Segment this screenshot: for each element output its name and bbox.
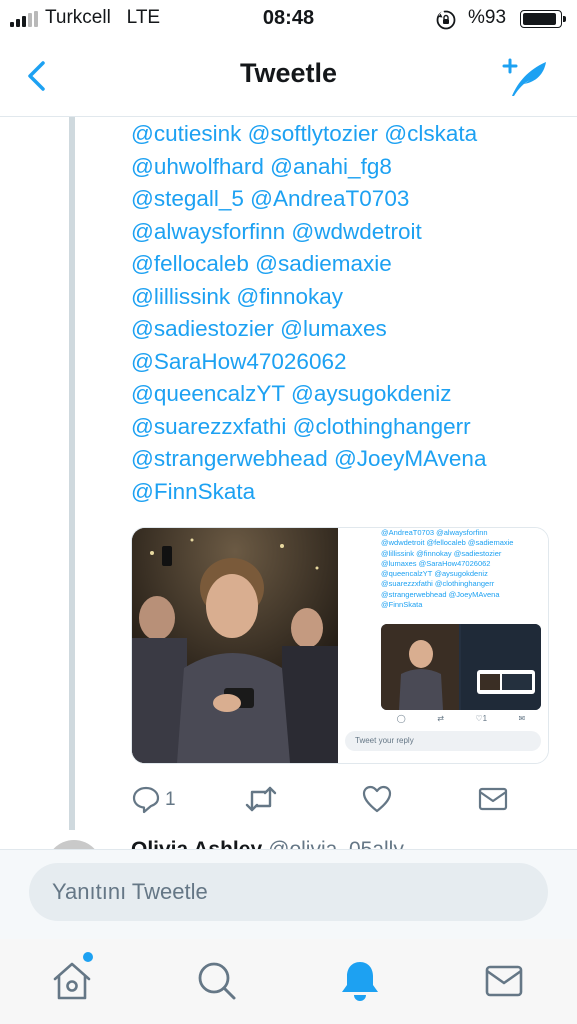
new-content-dot [83, 952, 93, 962]
mention-line[interactable]: @SaraHow47026062 [131, 346, 571, 379]
mention-line[interactable]: @queencalzYT @aysugokdeniz [131, 378, 571, 411]
preview-reply-field: Tweet your reply [345, 731, 541, 751]
preview-media [381, 624, 541, 710]
preview-line: @lillissink @finnokay @sadiestozier [381, 548, 502, 558]
mention-line[interactable]: @cutiesink @softlytozier @clskata [131, 118, 571, 151]
thread-line [69, 117, 75, 830]
retweet-icon [245, 786, 277, 812]
mention-line[interactable]: @strangerwebhead @JoeyMAvena [131, 443, 571, 476]
next-tweet[interactable]: Olivia Ashley @olivia_05ally [0, 830, 577, 850]
preview-photos [381, 624, 541, 710]
tab-notifications[interactable] [336, 957, 384, 1005]
mention-line[interactable]: @lillissink @finnokay [131, 281, 571, 314]
mention-line[interactable]: @fellocaleb @sadiemaxie [131, 248, 571, 281]
preview-line: @wdwdetroit @fellocaleb @sadiemaxie [381, 538, 514, 548]
battery-percent: %93 [468, 7, 507, 28]
reply-count: 1 [165, 789, 176, 810]
tab-home[interactable] [48, 952, 96, 1005]
retweet-button[interactable] [244, 784, 278, 816]
tab-messages[interactable] [480, 957, 528, 1005]
preview-line: @suarezzxfathi @clothinghangerr [381, 579, 495, 589]
nav-bar: Tweetle [0, 38, 577, 117]
preview-line: @FinnSkata [381, 600, 423, 610]
mention-line[interactable]: @FinnSkata [131, 476, 571, 509]
mention-line[interactable]: @uhwolfhard @anahi_fg8 [131, 151, 571, 184]
preview-line: @AndreaT0703 @alwaysforfinn [381, 528, 488, 537]
preview-like-count: 1 [482, 714, 488, 723]
compose-tweet-button[interactable] [500, 56, 552, 100]
preview-line: @lumaxes @SaraHow47026062 [381, 558, 491, 568]
mention-line[interactable]: @suarezzxfathi @clothinghangerr [131, 411, 571, 444]
search-icon [198, 962, 236, 1000]
media-photo-left[interactable] [132, 528, 338, 763]
preview-mail-icon: ✉ [518, 714, 526, 723]
preview-reply-icon: ◯ [396, 714, 406, 723]
mail-icon [478, 787, 508, 811]
tab-bar [0, 939, 577, 1024]
reply-button[interactable]: 1 [131, 784, 191, 816]
battery-icon [520, 10, 566, 28]
preview-retweet-icon: ⇄ [437, 714, 444, 723]
crowd-photo [132, 528, 338, 763]
media-screenshot-right[interactable]: @AndreaT0703 @alwaysforfinn @wdwdetroit … [341, 528, 548, 763]
mention-line[interactable]: @stegall_5 @AndreaT0703 [131, 183, 571, 216]
tweet-actions: 1 [131, 784, 531, 816]
notifications-icon [342, 962, 378, 1001]
preview-line: @queencalzYT @aysugokdeniz [381, 569, 488, 579]
heart-icon [362, 785, 392, 813]
compose-tweet-icon [502, 58, 546, 96]
like-button[interactable] [361, 784, 393, 816]
reply-bar: Yanıtını Tweetle [0, 849, 577, 940]
tweet-media[interactable]: @AndreaT0703 @alwaysforfinn @wdwdetroit … [131, 527, 549, 764]
orientation-lock-icon [436, 10, 456, 30]
preview-actions: ◯ ⇄ ♡1 ✉ [381, 714, 541, 723]
battery-level [523, 13, 557, 25]
preview-tweet-text: @AndreaT0703 @alwaysforfinn @wdwdetroit … [381, 528, 546, 610]
tweet-text: @cutiesink @softlytozier @clskata @uhwol… [131, 118, 571, 508]
page-title: Tweetle [239, 58, 338, 88]
direct-message-button[interactable] [477, 784, 509, 816]
mention-line[interactable]: @sadiestozier @lumaxes [131, 313, 571, 346]
mention-line[interactable]: @alwaysforfinn @wdwdetroit [131, 216, 571, 249]
messages-icon [485, 965, 523, 997]
preview-like-icon: ♡1 [475, 714, 488, 723]
tab-search[interactable] [192, 957, 240, 1005]
status-bar: Turkcell LTE 08:48 %93 [0, 0, 577, 38]
preview-line: @strangerwebhead @JoeyMAvena [381, 589, 500, 599]
reply-input[interactable]: Yanıtını Tweetle [29, 863, 548, 921]
home-icon [53, 962, 91, 1000]
reply-icon [132, 786, 160, 814]
